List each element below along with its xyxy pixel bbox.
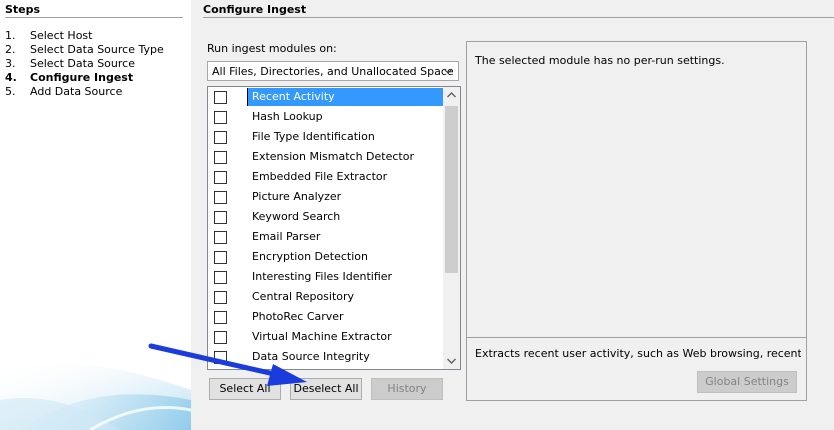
ingest-scope-dropdown[interactable]: All Files, Directories, and Unallocated … bbox=[207, 61, 459, 81]
module-checkbox[interactable] bbox=[214, 131, 227, 144]
ingest-module-list[interactable]: Recent Activity Hash Lookup File Type Id… bbox=[207, 86, 461, 370]
module-row[interactable]: Central Repository bbox=[209, 287, 443, 307]
settings-divider bbox=[467, 337, 806, 338]
chevron-down-icon bbox=[443, 68, 453, 74]
module-row[interactable]: Extension Mismatch Detector bbox=[209, 147, 443, 167]
arrow-icon bbox=[148, 343, 307, 386]
module-label[interactable]: Central Repository bbox=[248, 288, 443, 306]
module-checkbox[interactable] bbox=[214, 271, 227, 284]
module-label[interactable]: Picture Analyzer bbox=[248, 188, 443, 206]
module-label[interactable]: Hash Lookup bbox=[248, 108, 443, 126]
module-label[interactable]: File Type Identification bbox=[248, 128, 443, 146]
step-item: 1. Select Host bbox=[5, 29, 93, 42]
module-checkbox[interactable] bbox=[214, 211, 227, 224]
chevron-up-icon[interactable] bbox=[443, 87, 460, 104]
module-checkbox[interactable] bbox=[214, 231, 227, 244]
step-item-active: 4. Configure Ingest bbox=[5, 71, 134, 84]
module-row[interactable]: Embedded File Extractor bbox=[209, 167, 443, 187]
module-row[interactable]: Hash Lookup bbox=[209, 107, 443, 127]
module-checkbox[interactable] bbox=[214, 151, 227, 164]
module-checkbox[interactable] bbox=[214, 111, 227, 124]
module-label[interactable]: Keyword Search bbox=[248, 208, 443, 226]
module-label[interactable]: Interesting Files Identifier bbox=[248, 268, 443, 286]
chevron-down-icon[interactable] bbox=[443, 352, 460, 369]
module-row[interactable]: File Type Identification bbox=[209, 127, 443, 147]
module-label[interactable]: Encryption Detection bbox=[248, 248, 443, 266]
steps-list: 1. Select Host 2. Select Data Source Type … bbox=[5, 29, 164, 99]
module-row[interactable]: Email Parser bbox=[209, 227, 443, 247]
module-label[interactable]: Extension Mismatch Detector bbox=[248, 148, 443, 166]
steps-divider bbox=[5, 17, 183, 18]
module-row[interactable]: Interesting Files Identifier bbox=[209, 267, 443, 287]
module-row[interactable]: Encryption Detection bbox=[209, 247, 443, 267]
module-description: Extracts recent user activity, such as W… bbox=[475, 347, 801, 360]
page-title: Configure Ingest bbox=[203, 3, 307, 16]
module-settings-pane: The selected module has no per-run setti… bbox=[466, 41, 807, 401]
steps-title: Steps bbox=[5, 3, 41, 16]
ingest-scope-value: All Files, Directories, and Unallocated … bbox=[212, 65, 454, 78]
per-run-settings-message: The selected module has no per-run setti… bbox=[475, 54, 725, 67]
module-checkbox[interactable] bbox=[214, 251, 227, 264]
module-label[interactable]: Email Parser bbox=[248, 228, 443, 246]
run-ingest-label: Run ingest modules on: bbox=[207, 42, 337, 55]
module-checkbox[interactable] bbox=[214, 291, 227, 304]
title-divider bbox=[203, 17, 834, 18]
step-item: 5. Add Data Source bbox=[5, 85, 123, 98]
step-item: 3. Select Data Source bbox=[5, 57, 135, 70]
module-row[interactable]: Keyword Search bbox=[209, 207, 443, 227]
module-checkbox[interactable] bbox=[214, 191, 227, 204]
step-item: 2. Select Data Source Type bbox=[5, 43, 164, 56]
module-row[interactable]: Picture Analyzer bbox=[209, 187, 443, 207]
module-checkbox[interactable] bbox=[214, 91, 227, 104]
scrollbar-thumb[interactable] bbox=[445, 106, 458, 273]
module-list-scrollbar[interactable] bbox=[443, 87, 460, 369]
global-settings-button[interactable]: Global Settings bbox=[697, 371, 797, 393]
module-label[interactable]: PhotoRec Carver bbox=[248, 308, 443, 326]
history-button[interactable]: History bbox=[371, 378, 443, 400]
module-checkbox[interactable] bbox=[214, 311, 227, 324]
module-label[interactable]: Recent Activity bbox=[248, 88, 443, 106]
module-row[interactable]: Recent Activity bbox=[209, 87, 443, 107]
module-row[interactable]: PhotoRec Carver bbox=[209, 307, 443, 327]
module-label[interactable]: Embedded File Extractor bbox=[248, 168, 443, 186]
module-checkbox[interactable] bbox=[214, 171, 227, 184]
